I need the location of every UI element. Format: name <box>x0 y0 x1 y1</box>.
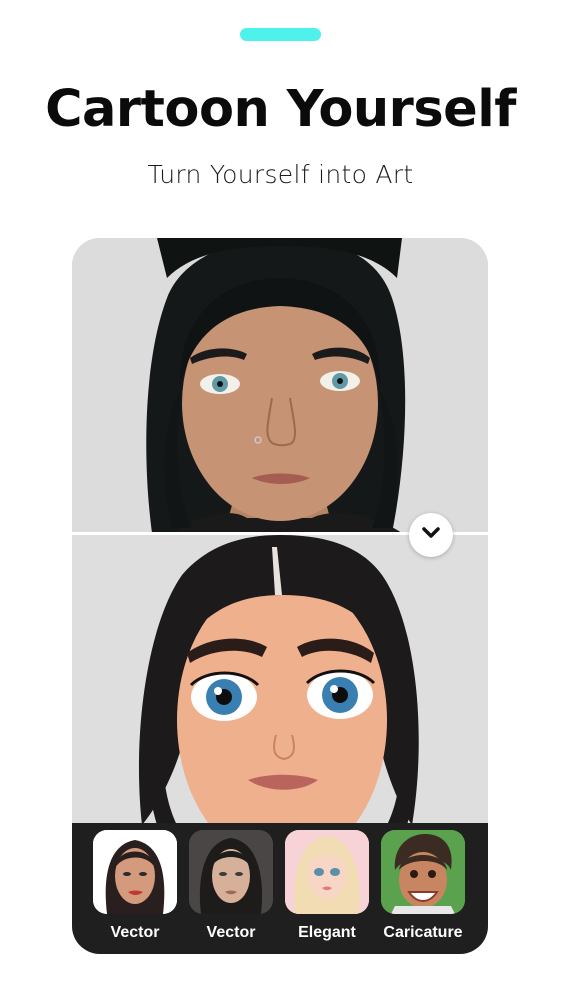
page-subtitle: Turn Yourself into Art <box>147 160 414 189</box>
style-label: Vector <box>206 924 256 941</box>
style-picker: Vector Vector Elegant Caricature <box>72 823 488 954</box>
real-photo <box>72 238 488 533</box>
vector-realistic-thumbnail <box>189 830 273 914</box>
page-indicator <box>240 28 321 41</box>
compare-slider-handle[interactable] <box>409 513 453 557</box>
vector-style-thumbnail <box>93 830 177 914</box>
style-option-vector[interactable]: Vector <box>93 830 177 945</box>
caricature-style-thumbnail <box>381 830 465 914</box>
style-option-elegant[interactable]: Elegant <box>285 830 369 945</box>
elegant-style-thumbnail <box>285 830 369 914</box>
style-option-caricature[interactable]: Caricature <box>381 830 465 945</box>
style-label: Vector <box>110 924 160 941</box>
page-title: Cartoon Yourself <box>45 80 516 139</box>
chevron-down-icon <box>421 526 441 545</box>
before-after-card[interactable]: Vector Vector Elegant Caricature <box>72 238 488 954</box>
style-option-vector-2[interactable]: Vector <box>189 830 273 945</box>
style-label: Caricature <box>383 924 463 941</box>
style-label: Elegant <box>298 924 356 941</box>
